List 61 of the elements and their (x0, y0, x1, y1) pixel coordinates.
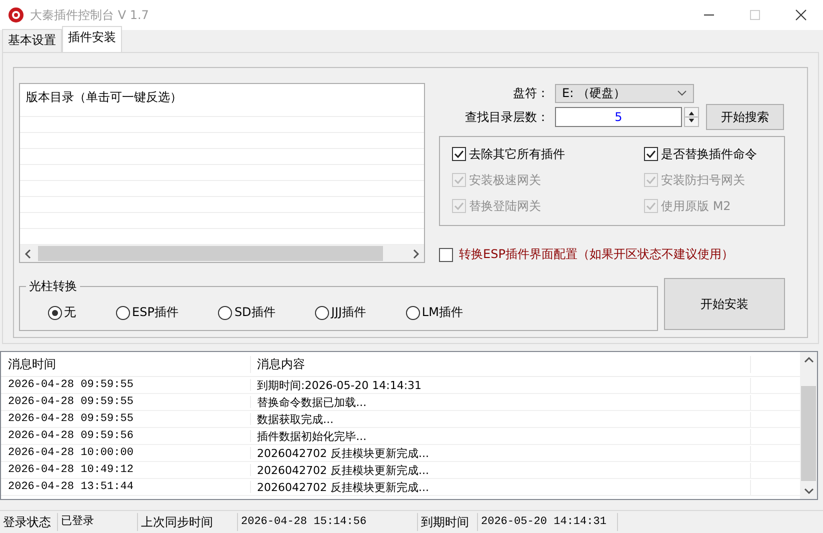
version-list[interactable]: 版本目录（单击可一键反选） (19, 83, 425, 263)
table-cell: 到期时间:2026-05-20 14:14:31 (251, 378, 751, 392)
install-button[interactable]: 开始安装 (664, 278, 785, 330)
option-checkbox[interactable]: 去除其它所有插件 (452, 141, 644, 167)
table-cell: 替换命令数据已加载... (251, 394, 751, 410)
check-icon (645, 174, 657, 186)
radio-button[interactable] (116, 306, 130, 320)
vertical-scrollbar[interactable] (800, 352, 817, 499)
scroll-thumb[interactable] (801, 386, 816, 481)
radio-button[interactable] (315, 306, 330, 320)
status-value: 2026-04-28 15:14:56 (238, 513, 418, 531)
column-header: 消息时间 (1, 356, 251, 372)
radio-label[interactable]: LM插件 (422, 304, 463, 321)
check-icon (453, 174, 465, 186)
check-icon (645, 200, 657, 212)
app-logo-icon (8, 7, 24, 23)
close-icon[interactable] (795, 9, 807, 21)
depth-field[interactable]: 5 (555, 107, 682, 127)
table-cell: 2026-04-28 09:59:56 (1, 430, 251, 442)
table-cell: 2026042702 反挂模块更新完成... (251, 480, 751, 494)
table-cell: 2026042702 反挂模块更新完成... (251, 446, 751, 460)
status-label: 到期时间 (418, 513, 478, 531)
table-cell: 2026-04-28 09:59:55 (1, 379, 251, 391)
option-checkbox[interactable]: 是否替换插件命令 (644, 141, 784, 167)
status-value: 已登录 (58, 513, 138, 531)
column-header: 消息内容 (251, 356, 751, 372)
group-title: 光柱转换 (28, 278, 78, 295)
drive-dropdown[interactable]: E: （硬盘） (555, 84, 694, 102)
table-cell: 2026-04-28 13:51:44 (1, 481, 251, 493)
tab[interactable]: 插件安装 (62, 26, 122, 52)
check-icon (453, 200, 465, 212)
table-cell: 插件数据初始化完毕... (251, 428, 751, 444)
window-title: 大秦插件控制台 V 1.7 (30, 6, 149, 24)
radio-label[interactable]: SD插件 (234, 304, 276, 321)
search-button[interactable]: 开始搜索 (706, 104, 784, 130)
horizontal-scrollbar[interactable] (20, 245, 424, 262)
spinner[interactable] (684, 107, 699, 127)
table-cell: 数据获取完成... (251, 412, 751, 426)
status-value: 2026-05-20 14:14:31 (478, 513, 618, 531)
table-cell: 2026-04-28 09:59:55 (1, 396, 251, 408)
status-label: 登录状态 (0, 513, 58, 531)
drive-label: 盘符： (512, 84, 549, 102)
check-icon (645, 148, 657, 160)
esp-config-checkbox[interactable]: 转换ESP插件界面配置（如果开区状态不建议使用） (439, 246, 785, 263)
radio-button[interactable] (406, 306, 420, 320)
table-cell: 2026042702 反挂模块更新完成... (251, 462, 751, 478)
radio-label[interactable]: 无 (64, 304, 76, 321)
table-cell: 2026-04-28 09:59:55 (1, 413, 251, 425)
tab[interactable]: 基本设置 (2, 29, 62, 52)
status-label: 上次同步时间 (138, 513, 238, 531)
chevron-down-icon (677, 90, 687, 96)
check-icon (453, 148, 465, 160)
table-cell: 2026-04-28 10:00:00 (1, 447, 251, 459)
list-header: 版本目录（单击可一键反选） (25, 89, 183, 106)
radio-label[interactable]: ESP插件 (132, 304, 178, 321)
scroll-thumb[interactable] (38, 246, 383, 261)
depth-label: 查找目录层数： (464, 108, 549, 126)
radio-button[interactable] (48, 306, 62, 320)
radio-label[interactable]: JJJ插件 (331, 304, 366, 321)
table-cell: 2026-04-28 10:49:12 (1, 464, 251, 476)
radio-button[interactable] (218, 306, 232, 320)
